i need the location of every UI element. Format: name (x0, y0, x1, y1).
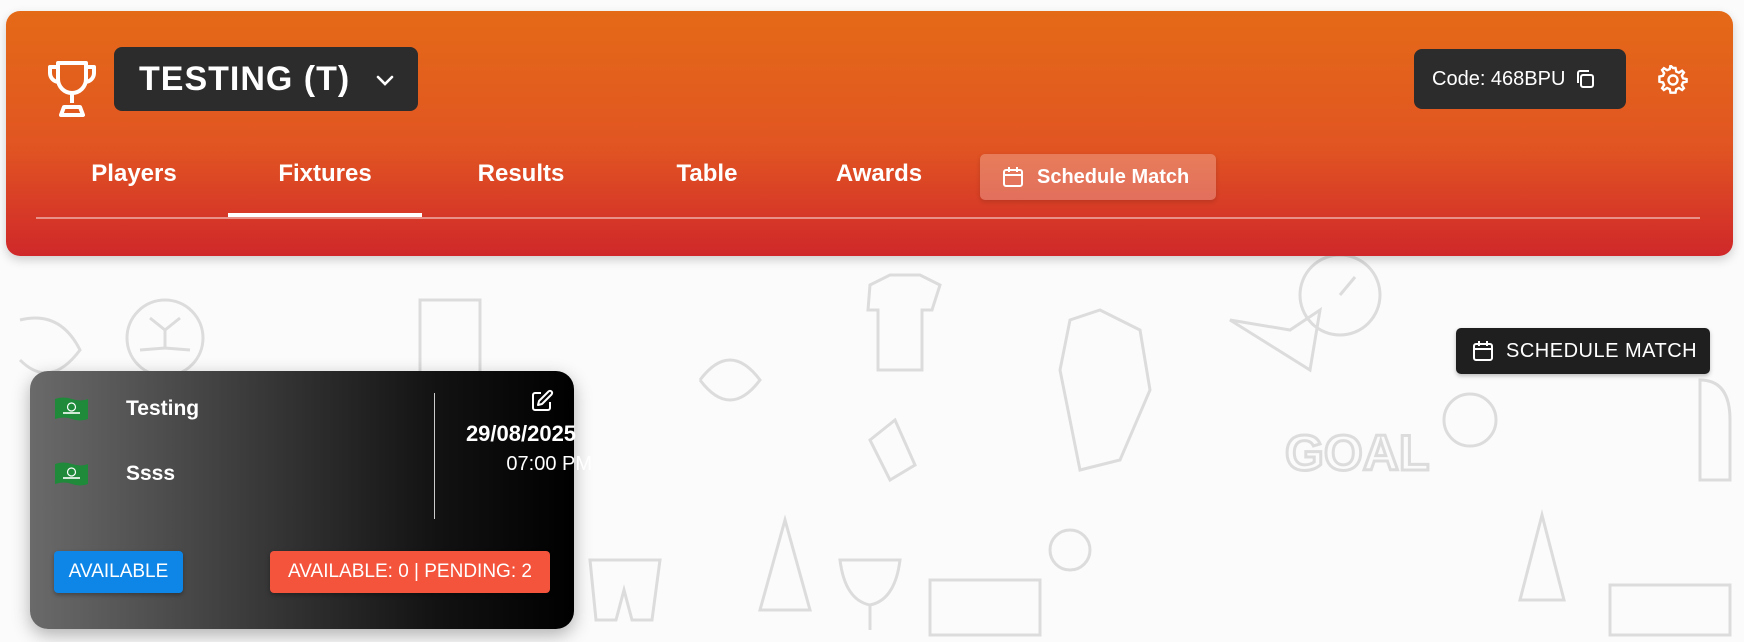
league-name: TESTING (T) (139, 59, 351, 98)
league-code-copy[interactable]: Code: 468BPU (1414, 49, 1626, 109)
schedule-match-button[interactable]: SCHEDULE MATCH (1456, 328, 1710, 374)
tab-awards[interactable]: Awards (782, 140, 976, 217)
league-code: Code: 468BPU (1432, 67, 1566, 90)
availability-counts-button[interactable]: AVAILABLE: 0 | PENDING: 2 (270, 551, 550, 593)
fixture-card: Testing Ssss 29/08/2025 07:00 PM AVAILAB… (30, 371, 592, 629)
team-flag-icon (55, 397, 88, 421)
edit-icon[interactable] (530, 389, 554, 413)
card-divider (434, 393, 435, 519)
fixture-time: 07:00 PM (506, 453, 592, 475)
tab-label: Results (477, 160, 565, 187)
tab-players[interactable]: Players (36, 140, 232, 217)
tab-table[interactable]: Table (610, 140, 804, 217)
calendar-icon (1003, 167, 1023, 187)
team-flag-icon (55, 462, 88, 486)
tabs-divider (36, 217, 1700, 219)
schedule-match-tab-button[interactable]: Schedule Match (980, 154, 1216, 200)
tab-results[interactable]: Results (424, 140, 618, 217)
schedule-match-button-label: SCHEDULE MATCH (1506, 339, 1698, 362)
chevron-down-icon (376, 75, 394, 86)
mark-available-button[interactable]: AVAILABLE (54, 551, 183, 593)
tab-fixtures[interactable]: Fixtures (228, 140, 422, 217)
trophy-icon (48, 61, 96, 117)
gear-icon[interactable] (1658, 65, 1688, 95)
league-selector[interactable]: TESTING (T) (114, 47, 418, 111)
home-team-name: Testing (126, 397, 200, 420)
away-team-name: Ssss (126, 462, 176, 485)
tab-label: Players (91, 160, 177, 187)
tab-label: Awards (835, 160, 923, 187)
copy-icon[interactable] (1574, 68, 1596, 90)
nav-tabs: Players Fixtures Results Table Awards (36, 140, 1700, 218)
svg-text:GOAL: GOAL (1285, 425, 1429, 481)
tab-label: Fixtures (278, 160, 372, 187)
tab-label: Table (676, 160, 738, 187)
calendar-icon (1473, 341, 1493, 361)
fixture-date: 29/08/2025 (465, 421, 577, 446)
league-header: TESTING (T) Code: 468BPU (6, 11, 1733, 256)
schedule-match-tab-label: Schedule Match (1037, 165, 1190, 188)
